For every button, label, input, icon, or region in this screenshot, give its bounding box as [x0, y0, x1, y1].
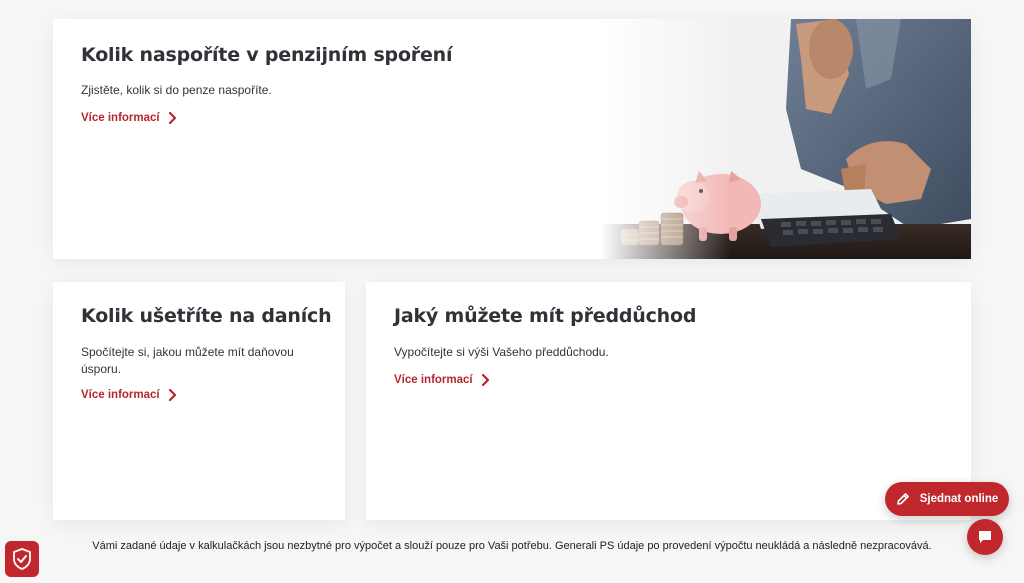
privacy-shield-badge[interactable]	[5, 541, 39, 577]
tax-savings-calculator-card: Kolik ušetříte na daních Spočítejte si, …	[53, 282, 345, 520]
chevron-right-icon	[168, 112, 176, 124]
chat-bubble-icon	[979, 531, 991, 543]
card-title: Kolik naspoříte v penzijním spoření	[81, 44, 453, 66]
more-info-label: Více informací	[81, 389, 160, 401]
sign-online-label: Sjednat online	[919, 493, 999, 505]
more-info-label: Více informací	[81, 112, 160, 124]
pension-calculator-card: Kolik naspoříte v penzijním spoření Zjis…	[53, 19, 971, 259]
card-description: Spočítejte si, jakou můžete mít daňovou …	[81, 345, 294, 376]
more-info-link[interactable]: Více informací	[81, 112, 178, 124]
card-title: Jaký můžete mít předdůchod	[394, 305, 697, 327]
more-info-label: Více informací	[394, 374, 473, 386]
chevron-right-icon	[481, 374, 489, 386]
card-description: Zjistěte, kolik si do penze naspoříte.	[81, 83, 272, 97]
more-info-link[interactable]: Více informací	[394, 374, 491, 386]
piggy-bank-calculator-illustration	[601, 19, 971, 259]
more-info-link[interactable]: Více informací	[81, 389, 178, 401]
pencil-icon	[896, 493, 909, 505]
shield-check-icon	[13, 548, 31, 570]
chat-button[interactable]	[967, 519, 1003, 555]
preretirement-calculator-card: Jaký můžete mít předdůchod Vypočítejte s…	[366, 282, 971, 520]
card-description: Vypočítejte si výši Vašeho předdůchodu.	[394, 345, 609, 359]
hero-photo-piggy-bank	[601, 19, 971, 259]
calculator-disclaimer: Vámi zadané údaje v kalkulačkách jsou ne…	[92, 540, 932, 552]
card-title: Kolik ušetříte na daních	[81, 305, 332, 327]
sign-online-button[interactable]: Sjednat online	[885, 482, 1009, 516]
chevron-right-icon	[168, 389, 176, 401]
